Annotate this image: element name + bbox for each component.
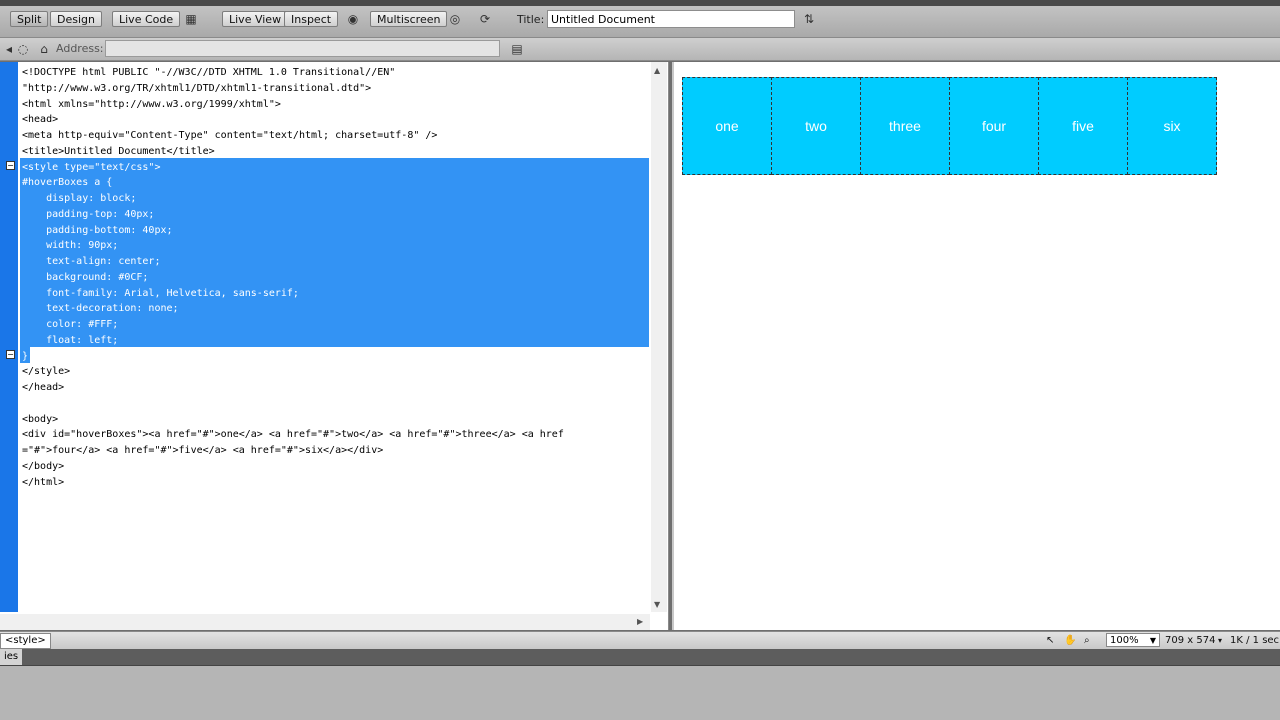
code-line[interactable]: ="#">four</a> <a href="#">five</a> <a hr… xyxy=(22,443,564,459)
hover-box-six[interactable]: six xyxy=(1127,77,1217,175)
address-bar: ◂ ◌ ⌂ Address: ▤ xyxy=(0,38,1280,61)
code-line[interactable]: color: #FFF; xyxy=(22,317,564,333)
hover-box-two[interactable]: two xyxy=(771,77,861,175)
code-line[interactable]: </body> xyxy=(22,459,564,475)
code-line[interactable]: padding-top: 40px; xyxy=(22,207,564,223)
tag-selector[interactable]: <style> xyxy=(0,633,51,649)
code-line[interactable]: <body> xyxy=(22,412,564,428)
status-bar: <style> ↖ ✋ ⌕ 100% ▼ 709 x 574 ▾ 1K / 1 s… xyxy=(0,631,1280,650)
code-line[interactable]: <html xmlns="http://www.w3.org/1999/xhtm… xyxy=(22,97,564,113)
forward-icon[interactable]: ◌ xyxy=(14,41,32,57)
home-icon[interactable]: ⌂ xyxy=(35,41,53,57)
inspect-button[interactable]: Inspect xyxy=(284,11,339,27)
code-line[interactable]: <!DOCTYPE html PUBLIC "-//W3C//DTD XHTML… xyxy=(22,65,564,81)
code-line[interactable]: <div id="hoverBoxes"><a href="#">one</a>… xyxy=(22,427,564,443)
code-vertical-scrollbar[interactable]: ▲ ▼ xyxy=(651,62,667,612)
scroll-down-icon[interactable]: ▼ xyxy=(654,600,660,609)
hover-boxes-container: one two three four five six xyxy=(682,77,1217,175)
split-view-button[interactable]: Split xyxy=(10,11,49,27)
code-line[interactable]: "http://www.w3.org/TR/xhtml1/DTD/xhtml1-… xyxy=(22,81,564,97)
code-view-pane[interactable]: − − <!DOCTYPE html PUBLIC "-//W3C//DTD X… xyxy=(0,62,669,630)
zoom-select[interactable]: 100% ▼ xyxy=(1106,633,1160,647)
select-tool-icon[interactable]: ↖ xyxy=(1046,634,1054,647)
design-view-pane[interactable]: one two three four five six xyxy=(672,62,1280,630)
title-label: Title: xyxy=(517,13,545,26)
window-size[interactable]: 709 x 574 xyxy=(1165,634,1215,647)
file-management-icon[interactable]: ⇅ xyxy=(800,11,818,27)
chevron-down-icon[interactable]: ▾ xyxy=(1218,634,1222,647)
code-line[interactable]: font-family: Arial, Helvetica, sans-seri… xyxy=(22,286,564,302)
toolbar-top-edge xyxy=(0,0,1280,6)
file-size-info: 1K / 1 sec xyxy=(1230,635,1280,646)
code-line[interactable]: text-decoration: none; xyxy=(22,301,564,317)
scroll-right-icon[interactable]: ▶ xyxy=(637,617,643,626)
code-line[interactable]: </head> xyxy=(22,380,564,396)
hover-box-four[interactable]: four xyxy=(949,77,1039,175)
live-view-button[interactable]: Live View xyxy=(222,11,289,27)
scroll-up-icon[interactable]: ▲ xyxy=(654,66,660,75)
pane-divider[interactable] xyxy=(672,62,674,630)
code-line[interactable]: background: #0CF; xyxy=(22,270,564,286)
code-line[interactable]: padding-bottom: 40px; xyxy=(22,223,564,239)
code-line[interactable]: } xyxy=(22,349,564,365)
hover-box-one[interactable]: one xyxy=(682,77,772,175)
visual-aids-icon[interactable]: ▤ xyxy=(508,41,526,57)
properties-tab[interactable]: ies xyxy=(0,649,23,665)
refresh-dropdown-icon[interactable]: ◉ xyxy=(344,11,362,27)
address-input[interactable] xyxy=(105,40,500,57)
code-line[interactable]: <head> xyxy=(22,112,564,128)
code-line[interactable]: #hoverBoxes a { xyxy=(22,175,564,191)
code-line[interactable]: float: left; xyxy=(22,333,564,349)
code-line[interactable]: <meta http-equiv="Content-Type" content=… xyxy=(22,128,564,144)
code-gutter xyxy=(0,62,18,612)
code-line[interactable]: text-align: center; xyxy=(22,254,564,270)
chevron-down-icon: ▼ xyxy=(1149,636,1156,645)
properties-panel xyxy=(0,666,1280,720)
code-editor[interactable]: <!DOCTYPE html PUBLIC "-//W3C//DTD XHTML… xyxy=(22,65,564,490)
live-code-button[interactable]: Live Code xyxy=(112,11,181,27)
code-line[interactable]: width: 90px; xyxy=(22,238,564,254)
properties-panel-bar: ies xyxy=(0,649,1280,666)
code-line[interactable]: <style type="text/css"> xyxy=(22,160,564,176)
address-label: Address: xyxy=(56,42,104,55)
zoom-value: 100% xyxy=(1110,635,1139,646)
zoom-tool-icon[interactable]: ⌕ xyxy=(1084,634,1090,647)
check-browser-icon[interactable]: ▦ xyxy=(182,11,200,27)
hover-box-three[interactable]: three xyxy=(860,77,950,175)
fold-collapse-icon[interactable]: − xyxy=(6,161,15,170)
code-line[interactable]: </style> xyxy=(22,364,564,380)
code-line[interactable]: </html> xyxy=(22,475,564,491)
design-view-button[interactable]: Design xyxy=(50,11,102,27)
document-toolbar: Split Design Live Code ▦ Live View Inspe… xyxy=(0,0,1280,38)
hand-tool-icon[interactable]: ✋ xyxy=(1064,634,1076,647)
code-line[interactable]: display: block; xyxy=(22,191,564,207)
multiscreen-button[interactable]: Multiscreen xyxy=(370,11,448,27)
code-line[interactable] xyxy=(22,396,564,412)
document-title-input[interactable]: Untitled Document xyxy=(547,10,795,28)
refresh-icon[interactable]: ⟳ xyxy=(476,11,494,27)
preview-browser-icon[interactable]: ◎ xyxy=(446,11,464,27)
code-horizontal-scrollbar[interactable]: ▶ xyxy=(0,614,650,630)
hover-box-five[interactable]: five xyxy=(1038,77,1128,175)
fold-collapse-icon[interactable]: − xyxy=(6,350,15,359)
code-line[interactable]: <title>Untitled Document</title> xyxy=(22,144,564,160)
